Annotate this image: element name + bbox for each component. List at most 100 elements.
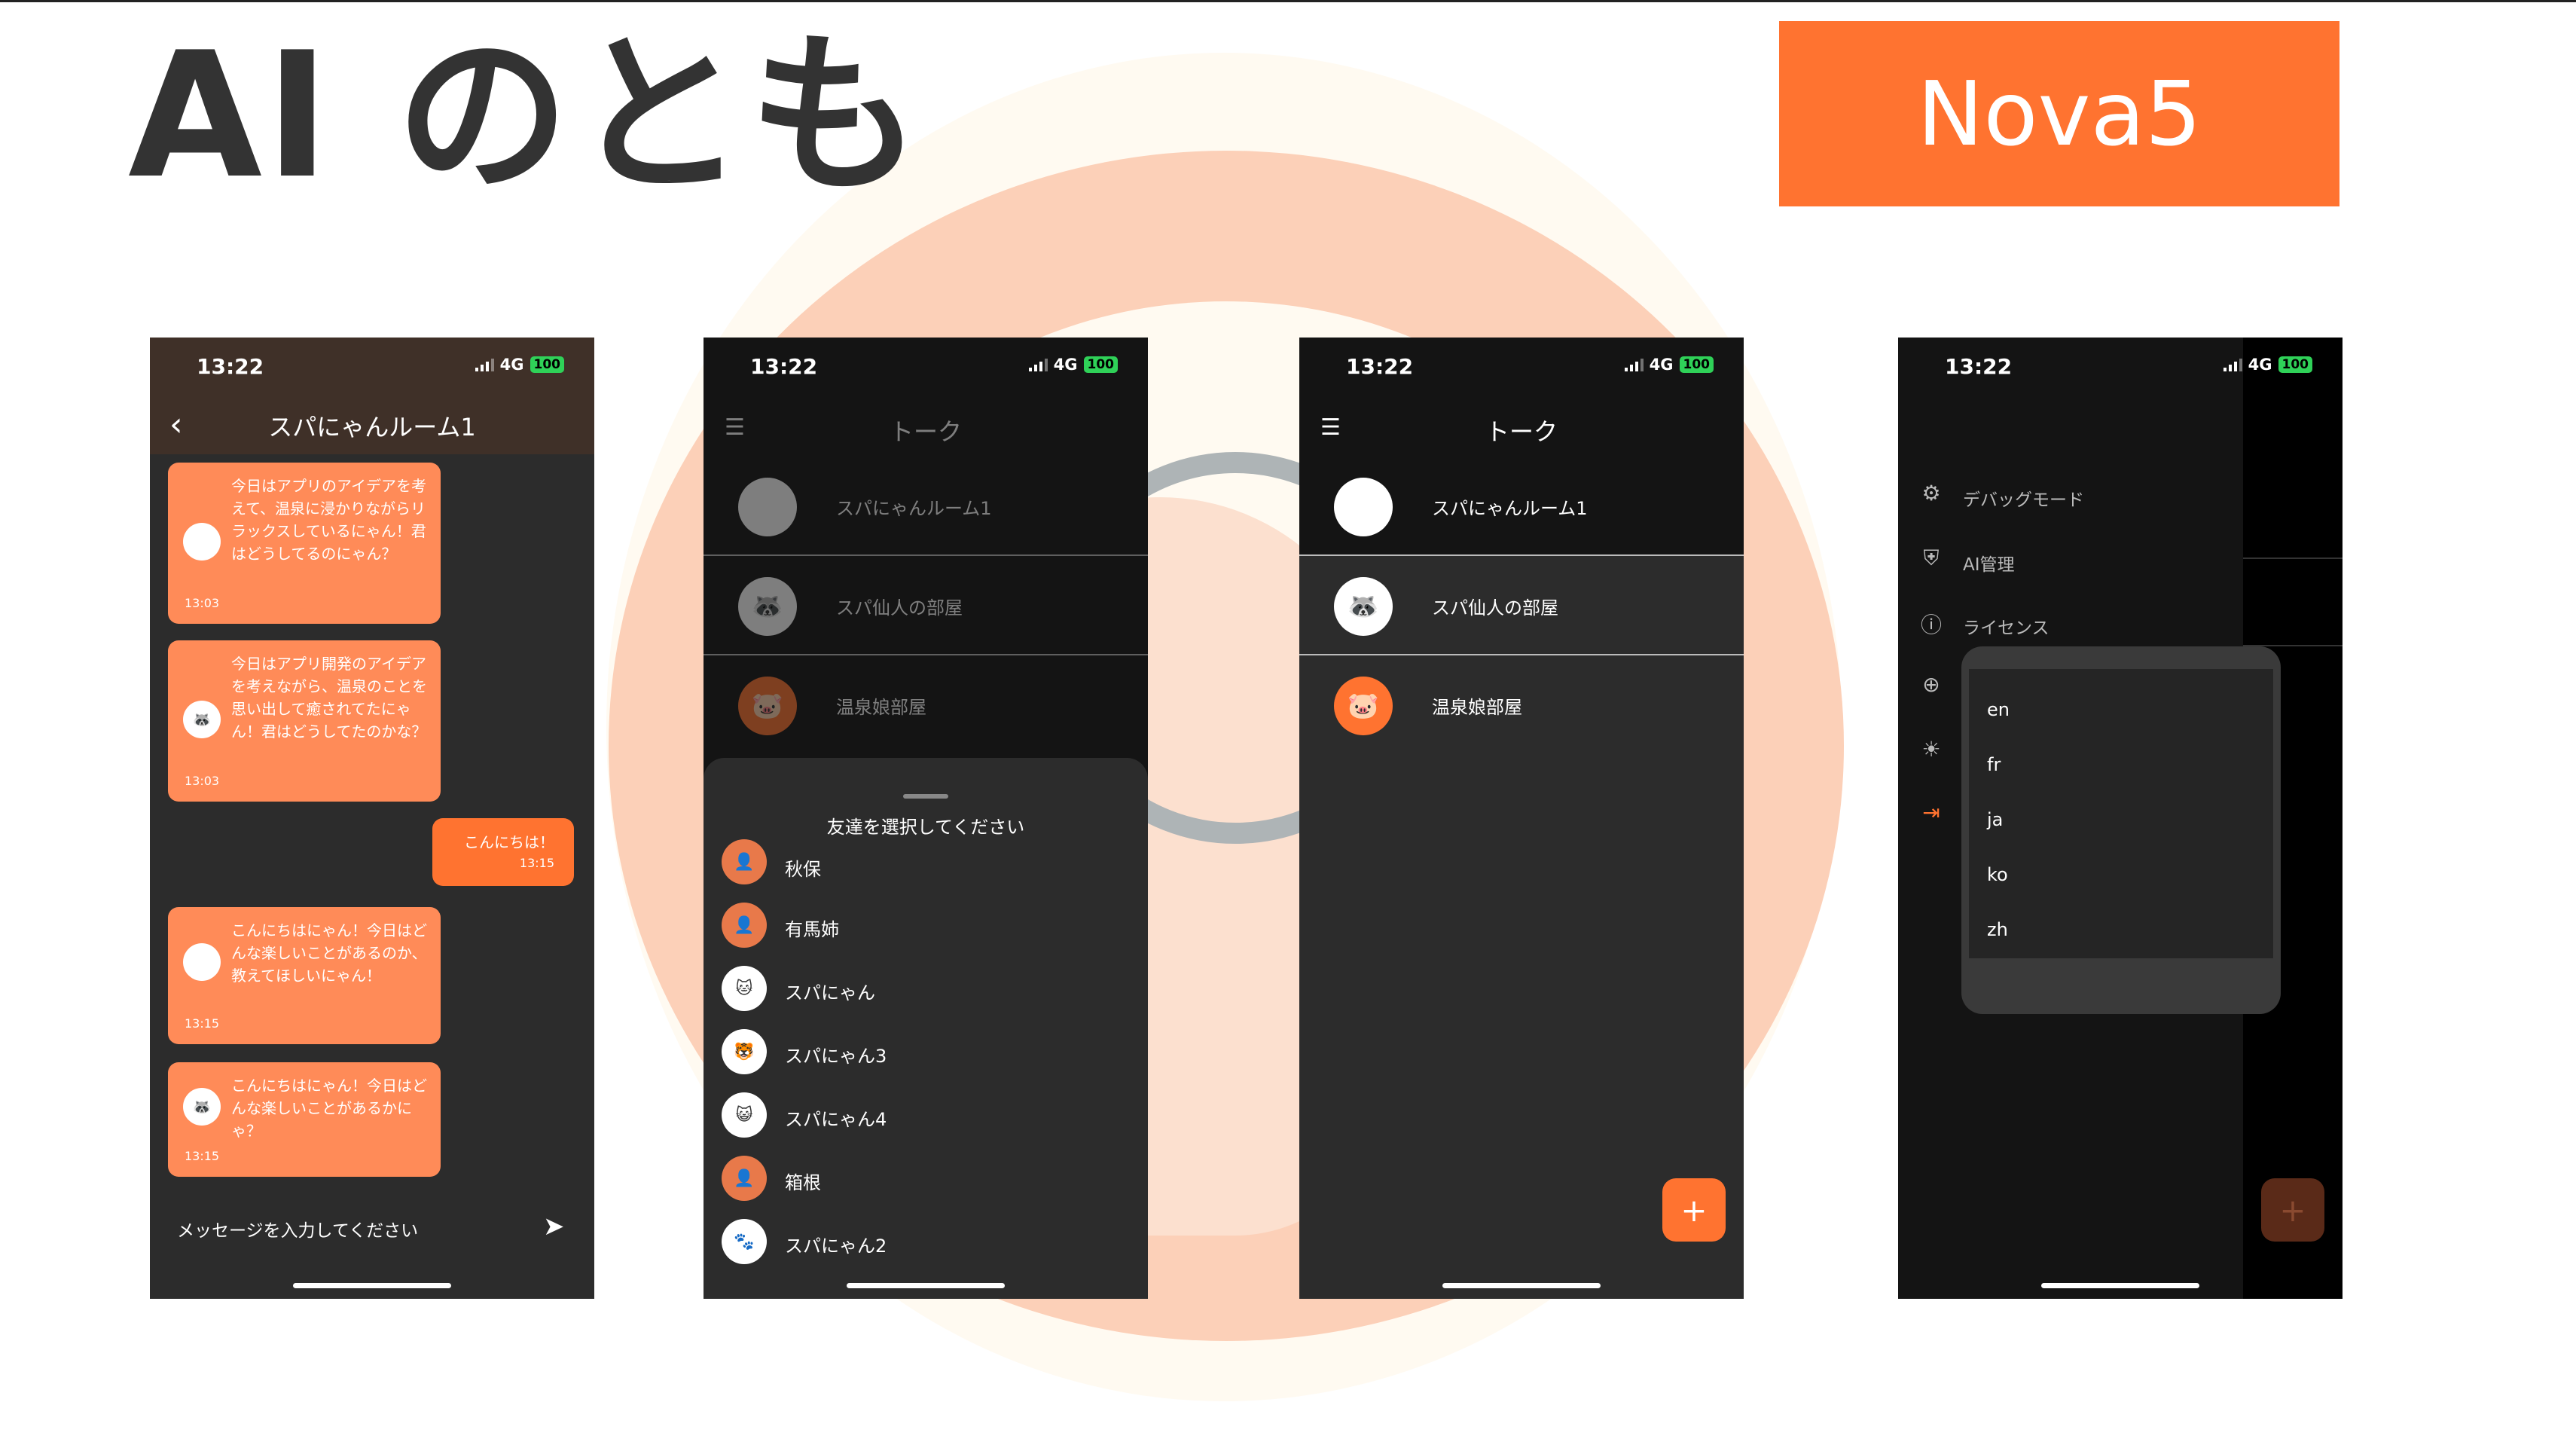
friend-name: スパにゃん2 — [785, 1236, 887, 1257]
home-indicator — [847, 1283, 1005, 1288]
sheet-grab-handle[interactable] — [903, 794, 948, 799]
status-indicators: 4G 100 — [1028, 356, 1118, 374]
chat-title: スパにゃんルーム1 — [268, 413, 476, 441]
raccoon-avatar-icon: 🦝 — [183, 1088, 221, 1126]
drawer-item-label: ライセンス — [1963, 619, 2050, 638]
message-text: こんにちはにゃん！今日はどんな楽しいことがあるかにゃ？ — [231, 1077, 427, 1140]
drawer-item-label: デバッグモード — [1963, 490, 2084, 510]
cat-avatar-icon: 🐱 — [1334, 478, 1393, 536]
divider — [2243, 557, 2343, 559]
friend-list-item[interactable]: 🐯 スパにゃん3 — [722, 1025, 1128, 1077]
status-time: 13:22 — [1346, 354, 1414, 379]
language-list: en fr ja ko zh — [1969, 669, 2273, 958]
friend-name: 有馬姉 — [785, 919, 839, 940]
cat-avatar-icon: 🐱 — [738, 478, 797, 536]
friend-name: スパにゃん4 — [785, 1109, 887, 1130]
status-time: 13:22 — [750, 354, 818, 379]
room-list-item[interactable]: 🦝 スパ仙人の部屋 — [704, 557, 1148, 655]
language-option[interactable]: fr — [1987, 754, 2001, 775]
language-option[interactable]: zh — [1987, 919, 2008, 940]
status-indicators: 4G 100 — [1624, 356, 1714, 374]
message-time: 13:03 — [185, 596, 220, 610]
slide-title: AI のとも — [128, 16, 925, 217]
message-text: こんにちはにゃん！今日はどんな楽しいことがあるのか、教えてほしいにゃん！ — [231, 921, 427, 985]
battery-badge: 100 — [1679, 356, 1714, 373]
message-time: 13:15 — [185, 1149, 220, 1163]
network-label: 4G — [1649, 356, 1674, 374]
page-title: トーク — [889, 417, 962, 446]
signal-icon — [1624, 358, 1644, 371]
drawer-item-ai-manage[interactable]: ⛨ AI管理 — [1918, 541, 2234, 579]
message-time: 13:03 — [185, 774, 220, 788]
pig-avatar-icon: 🐷 — [738, 677, 797, 735]
phone-friend-select-screen: 13:22 4G 100 ☰ トーク 🐱 スパにゃんルーム1 🦝 スパ仙人の部屋… — [704, 338, 1148, 1299]
friend-avatar-icon: 👤 — [722, 1156, 767, 1201]
room-list-item[interactable]: 🐱 スパにゃんルーム1 — [1299, 458, 1744, 556]
friend-name: スパにゃん3 — [785, 1046, 887, 1067]
message-input[interactable]: メッセージを入力してください — [177, 1216, 418, 1242]
status-bar: 13:22 4G 100 — [150, 338, 594, 398]
my-message-bubble: こんにちは！ 13:15 — [432, 818, 574, 886]
add-room-button[interactable]: + — [1662, 1178, 1726, 1242]
friend-avatar-icon: 👤 — [722, 903, 767, 948]
raccoon-avatar-icon: 🦝 — [183, 701, 221, 738]
status-indicators: 4G 100 — [475, 356, 564, 374]
sun-icon: ☀ — [1921, 737, 1941, 762]
home-indicator — [2041, 1283, 2199, 1288]
phone-chat-screen: 13:22 4G 100 ‹ スパにゃんルーム1 🐱 今日はアプリのアイデアを考… — [150, 338, 594, 1299]
friend-list-item[interactable]: 👤 秋保 — [722, 839, 1128, 900]
language-option[interactable]: ja — [1987, 809, 2003, 830]
message-text: 今日はアプリ開発のアイデアを考えながら、温泉のことを思い出して癒されてたにゃん！… — [231, 655, 427, 741]
room-list-item[interactable]: 🐷 温泉娘部屋 — [704, 657, 1148, 755]
add-room-button: + — [2261, 1178, 2324, 1242]
home-indicator — [1442, 1283, 1601, 1288]
room-name: 温泉娘部屋 — [836, 697, 926, 718]
pig-avatar-icon: 🐷 — [1334, 677, 1393, 735]
message-bubble: 🐱 こんにちはにゃん！今日はどんな楽しいことがあるのか、教えてほしいにゃん！ 1… — [168, 907, 441, 1044]
message-time: 13:15 — [185, 1016, 220, 1031]
raccoon-avatar-icon: 🦝 — [738, 577, 797, 636]
room-list-item[interactable]: 🐱 スパにゃんルーム1 — [704, 458, 1148, 556]
message-bubble: 🦝 こんにちはにゃん！今日はどんな楽しいことがあるかにゃ？ 13:15 — [168, 1062, 441, 1177]
plus-icon: + — [1680, 1191, 1708, 1229]
signal-icon — [1028, 358, 1048, 371]
room-name: 温泉娘部屋 — [1432, 697, 1522, 718]
network-label: 4G — [1053, 356, 1078, 374]
status-bar: 13:22 4G 100 — [1299, 338, 1744, 398]
friend-avatar-icon: 👤 — [722, 839, 767, 884]
signal-icon — [475, 358, 494, 371]
status-time: 13:22 — [197, 354, 264, 379]
language-option[interactable]: ko — [1987, 864, 2008, 885]
cat-avatar-icon: 🐯 — [722, 1029, 767, 1074]
home-indicator — [293, 1283, 451, 1288]
version-badge: Nova5 — [1779, 21, 2339, 206]
drawer-item-license[interactable]: ⓘ ライセンス — [1918, 604, 2234, 642]
friend-select-sheet: 友達を選択してください 👤 秋保 👤 有馬姉 🐱 スパにゃん 🐯 スパにゃん3 … — [704, 758, 1148, 1299]
network-label: 4G — [499, 356, 524, 374]
nav-bar: ☰ トーク — [1299, 398, 1744, 458]
room-list-item[interactable]: 🐷 温泉娘部屋 — [1299, 657, 1744, 755]
friend-list-item[interactable]: 🐱 スパにゃん — [722, 961, 1128, 1014]
battery-badge: 100 — [1083, 356, 1118, 373]
friend-name: 箱根 — [785, 1172, 821, 1193]
room-name: スパにゃんルーム1 — [836, 498, 992, 519]
status-bar: 13:22 4G 100 — [704, 338, 1148, 398]
drawer-item-debug-mode[interactable]: ⚙ デバッグモード — [1918, 476, 2234, 514]
friend-list-item[interactable]: 👤 有馬姉 — [722, 898, 1128, 951]
message-bubble: 🐱 今日はアプリのアイデアを考えて、温泉に浸かりながらリラックスしているにゃん！… — [168, 463, 441, 624]
friend-list-item[interactable]: 🐾 スパにゃん2 — [722, 1214, 1128, 1267]
top-rule — [0, 0, 2576, 2]
cat-avatar-icon: 🐱 — [722, 966, 767, 1011]
cat-avatar-icon: 🐾 — [722, 1219, 767, 1264]
gear-icon: ⚙ — [1921, 481, 1941, 506]
battery-badge: 100 — [2278, 356, 2312, 373]
friend-list-item[interactable]: 👤 箱根 — [722, 1151, 1128, 1204]
room-name: スパ仙人の部屋 — [1432, 597, 1558, 619]
language-option[interactable]: en — [1987, 699, 2010, 720]
send-icon[interactable]: ➤ — [543, 1211, 565, 1242]
friend-list-item[interactable]: 😺 スパにゃん4 — [722, 1088, 1128, 1141]
message-text: 今日はアプリのアイデアを考えて、温泉に浸かりながらリラックスしているにゃん！君は… — [231, 477, 426, 563]
room-list-item[interactable]: 🦝 スパ仙人の部屋 — [1299, 557, 1744, 655]
language-dropdown: en fr ja ko zh — [1961, 646, 2281, 1014]
battery-badge: 100 — [530, 356, 564, 373]
